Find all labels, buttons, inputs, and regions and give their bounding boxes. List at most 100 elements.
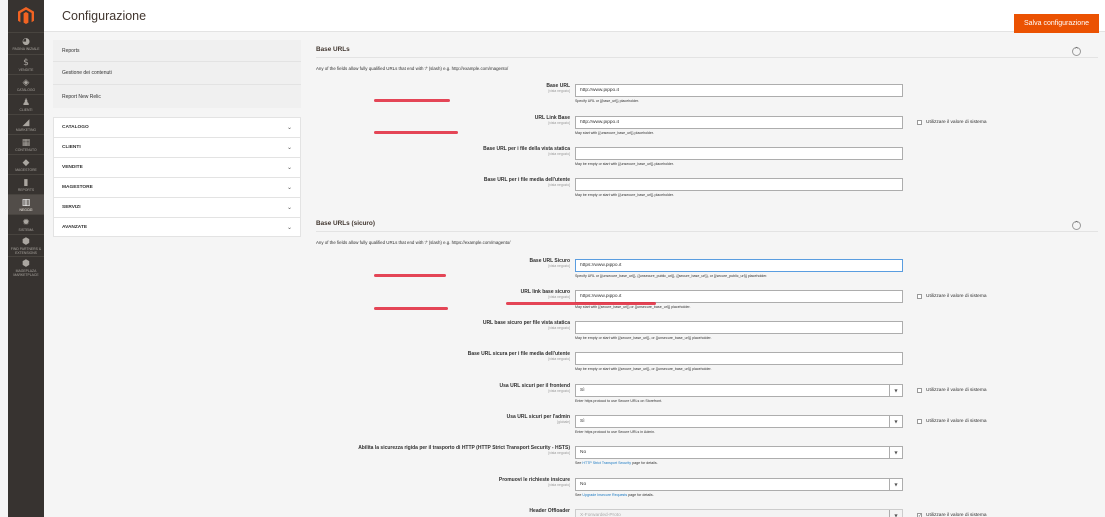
secure-user-media-url-label: Base URL sicura per i file media dell'ut… <box>316 351 570 361</box>
select-value: X-Forwarded-Proto <box>580 513 621 517</box>
use-system-value-checkbox[interactable]: Utilizzare il valore di sistema <box>917 294 987 299</box>
annotation-underline <box>506 302 656 305</box>
menu-item-customers[interactable]: ♟ CLIENTI <box>8 94 44 114</box>
magento-logo[interactable] <box>8 0 44 32</box>
tab-group-catalogo[interactable]: CATALOGO ⌄ <box>53 117 301 137</box>
field-note: Enter https protocol to use Secure URLs … <box>575 399 663 403</box>
select-value: Sì <box>580 419 585 424</box>
tab-group-label: VENDITE <box>62 165 83 170</box>
field-note: May start with {{unsecure_base_url}} pla… <box>575 131 654 135</box>
base-urls-secure-section-note: Any of the fields allow fully qualified … <box>316 240 511 245</box>
collapse-icon[interactable]: ⌃ <box>1072 47 1081 56</box>
static-view-url-input[interactable] <box>575 147 903 160</box>
field-scope: [vista negozio] <box>548 89 570 93</box>
base-urls-secure-section-title[interactable]: Base URLs (sicuro) <box>316 220 375 227</box>
gear-icon: ✹ <box>22 217 30 228</box>
upgrade-insecure-select[interactable]: No ▼ <box>575 478 903 491</box>
chevron-down-icon: ▼ <box>889 385 902 396</box>
note-link[interactable]: Upgrade Insecure Requests <box>582 493 627 497</box>
header-offloader-select[interactable]: X-Forwarded-Proto ▼ <box>575 509 903 517</box>
menu-item-content[interactable]: ▦ CONTENUTO <box>8 134 44 154</box>
save-config-button[interactable]: Salva configurazione <box>1014 14 1099 33</box>
use-system-value-checkbox[interactable]: Utilizzare il valore di sistema <box>917 120 987 125</box>
secure-user-media-url-input[interactable] <box>575 352 903 365</box>
section-divider <box>316 57 1098 58</box>
field-note: Specify URL or {{unsecure_base_url}}, {{… <box>575 274 768 278</box>
annotation-underline <box>374 99 450 102</box>
box-icon: ⬢ <box>22 236 30 247</box>
layout-icon: ▦ <box>21 137 31 148</box>
marketplace-icon: ⬢ <box>22 258 30 269</box>
field-note: See HTTP Strict Transport Security page … <box>575 461 658 465</box>
menu-item-dashboard[interactable]: ◕ PAGINA INIZIALE <box>8 32 44 54</box>
menu-item-sales[interactable]: $ VENDITE <box>8 54 44 74</box>
menu-item-stores[interactable]: ▥ NEGOZI <box>8 194 44 214</box>
secure-frontend-label: Usa URL sicuri per il frontend [vista neg… <box>316 383 570 393</box>
tab-reports[interactable]: Reports <box>53 40 301 62</box>
annotation-underline <box>374 307 448 310</box>
checkbox-box[interactable] <box>917 419 922 424</box>
tab-group-servizi[interactable]: SERVIZI ⌄ <box>53 197 301 217</box>
page-header: Configurazione Salva configurazione <box>44 0 1105 33</box>
menu-item-catalog[interactable]: ◈ CATALOGO <box>8 74 44 94</box>
menu-item-label: MARKETING <box>15 127 37 132</box>
secure-base-url-label: Base URL Sicuro [vista negozio] <box>316 258 570 268</box>
secure-admin-select[interactable]: Sì ▼ <box>575 415 903 428</box>
checkbox-label: Utilizzare il valore di sistema <box>926 388 987 393</box>
field-scope: [vista negozio] <box>548 183 570 187</box>
menu-item-marketplace[interactable]: ⬢ MAGEPLAZA MARKETPLACE <box>8 256 44 278</box>
hsts-select[interactable]: No ▼ <box>575 446 903 459</box>
field-note: May start with {{secure_base_url}} or {{… <box>575 305 691 309</box>
field-note: May be empty or start with {{unsecure_ba… <box>575 193 674 197</box>
menu-item-label: CONTENUTO <box>15 147 37 152</box>
secure-static-view-url-input[interactable] <box>575 321 903 334</box>
tab-content-management[interactable]: Gestione dei contenuti <box>53 62 301 85</box>
upgrade-insecure-label: Promuovi le richieste insicure [vista neg… <box>316 477 570 487</box>
url-link-base-input[interactable] <box>575 116 903 129</box>
user-media-url-input[interactable] <box>575 178 903 191</box>
menu-item-reports[interactable]: ▮ REPORTS <box>8 174 44 194</box>
menu-item-partners[interactable]: ⬢ FIND PARTNERS & EXTENSIONS <box>8 234 44 256</box>
chevron-down-icon: ⌄ <box>286 164 292 171</box>
megaphone-icon: ◢ <box>22 117 30 128</box>
menu-item-magestore[interactable]: ◆ MAGESTORE <box>8 154 44 174</box>
checkbox-box[interactable] <box>917 294 922 299</box>
chevron-down-icon: ⌄ <box>286 144 292 151</box>
select-value: Sì <box>580 388 585 393</box>
use-system-value-checkbox[interactable]: Utilizzare il valore di sistema <box>917 388 987 393</box>
base-url-input[interactable] <box>575 84 903 97</box>
gauge-icon: ◕ <box>22 36 30 47</box>
menu-item-system[interactable]: ✹ SISTEMA <box>8 214 44 234</box>
dollar-icon: $ <box>23 57 29 68</box>
chevron-down-icon: ⌄ <box>286 223 292 231</box>
secure-base-url-input[interactable] <box>575 259 903 272</box>
use-system-value-checkbox[interactable]: Utilizzare il valore di sistema <box>917 419 987 424</box>
field-note: Specify URL or {{base_url}} placeholder. <box>575 99 639 103</box>
tab-group-magestore[interactable]: MAGESTORE ⌄ <box>53 177 301 197</box>
base-urls-section-title[interactable]: Base URLs <box>316 46 350 53</box>
collapse-icon[interactable]: ⌃ <box>1072 221 1081 230</box>
tab-new-relic[interactable]: Report New Relic <box>53 85 301 108</box>
chevron-down-icon: ▼ <box>889 479 902 490</box>
tab-group-avanzate[interactable]: AVANZATE ⌄ <box>53 217 301 237</box>
checkbox-box[interactable] <box>917 388 922 393</box>
select-value: No <box>580 482 587 487</box>
chevron-down-icon: ⌄ <box>286 124 292 131</box>
menu-item-label: CATALOGO <box>16 87 36 92</box>
person-icon: ♟ <box>21 97 31 108</box>
checkbox-box[interactable] <box>917 120 922 125</box>
secure-frontend-select[interactable]: Sì ▼ <box>575 384 903 397</box>
menu-item-label: VENDITE <box>18 67 34 72</box>
field-label: Header Offloader <box>529 508 570 514</box>
tab-group-clienti[interactable]: CLIENTI ⌄ <box>53 137 301 157</box>
note-link[interactable]: HTTP Strict Transport Security <box>582 461 631 465</box>
tab-group-label: CLIENTI <box>62 145 81 150</box>
use-system-value-checkbox[interactable]: ✓ Utilizzare il valore di sistema <box>917 513 987 517</box>
tab-group-label: SERVIZI <box>62 205 81 210</box>
field-note: Enter https protocol to use Secure URLs … <box>575 430 656 434</box>
checkbox-label: Utilizzare il valore di sistema <box>926 513 987 517</box>
static-view-url-label: Base URL per i file della vista statica[… <box>316 146 570 156</box>
tab-group-vendite[interactable]: VENDITE ⌄ <box>53 157 301 177</box>
menu-item-marketing[interactable]: ◢ MARKETING <box>8 114 44 134</box>
checkbox-box[interactable]: ✓ <box>917 513 922 517</box>
